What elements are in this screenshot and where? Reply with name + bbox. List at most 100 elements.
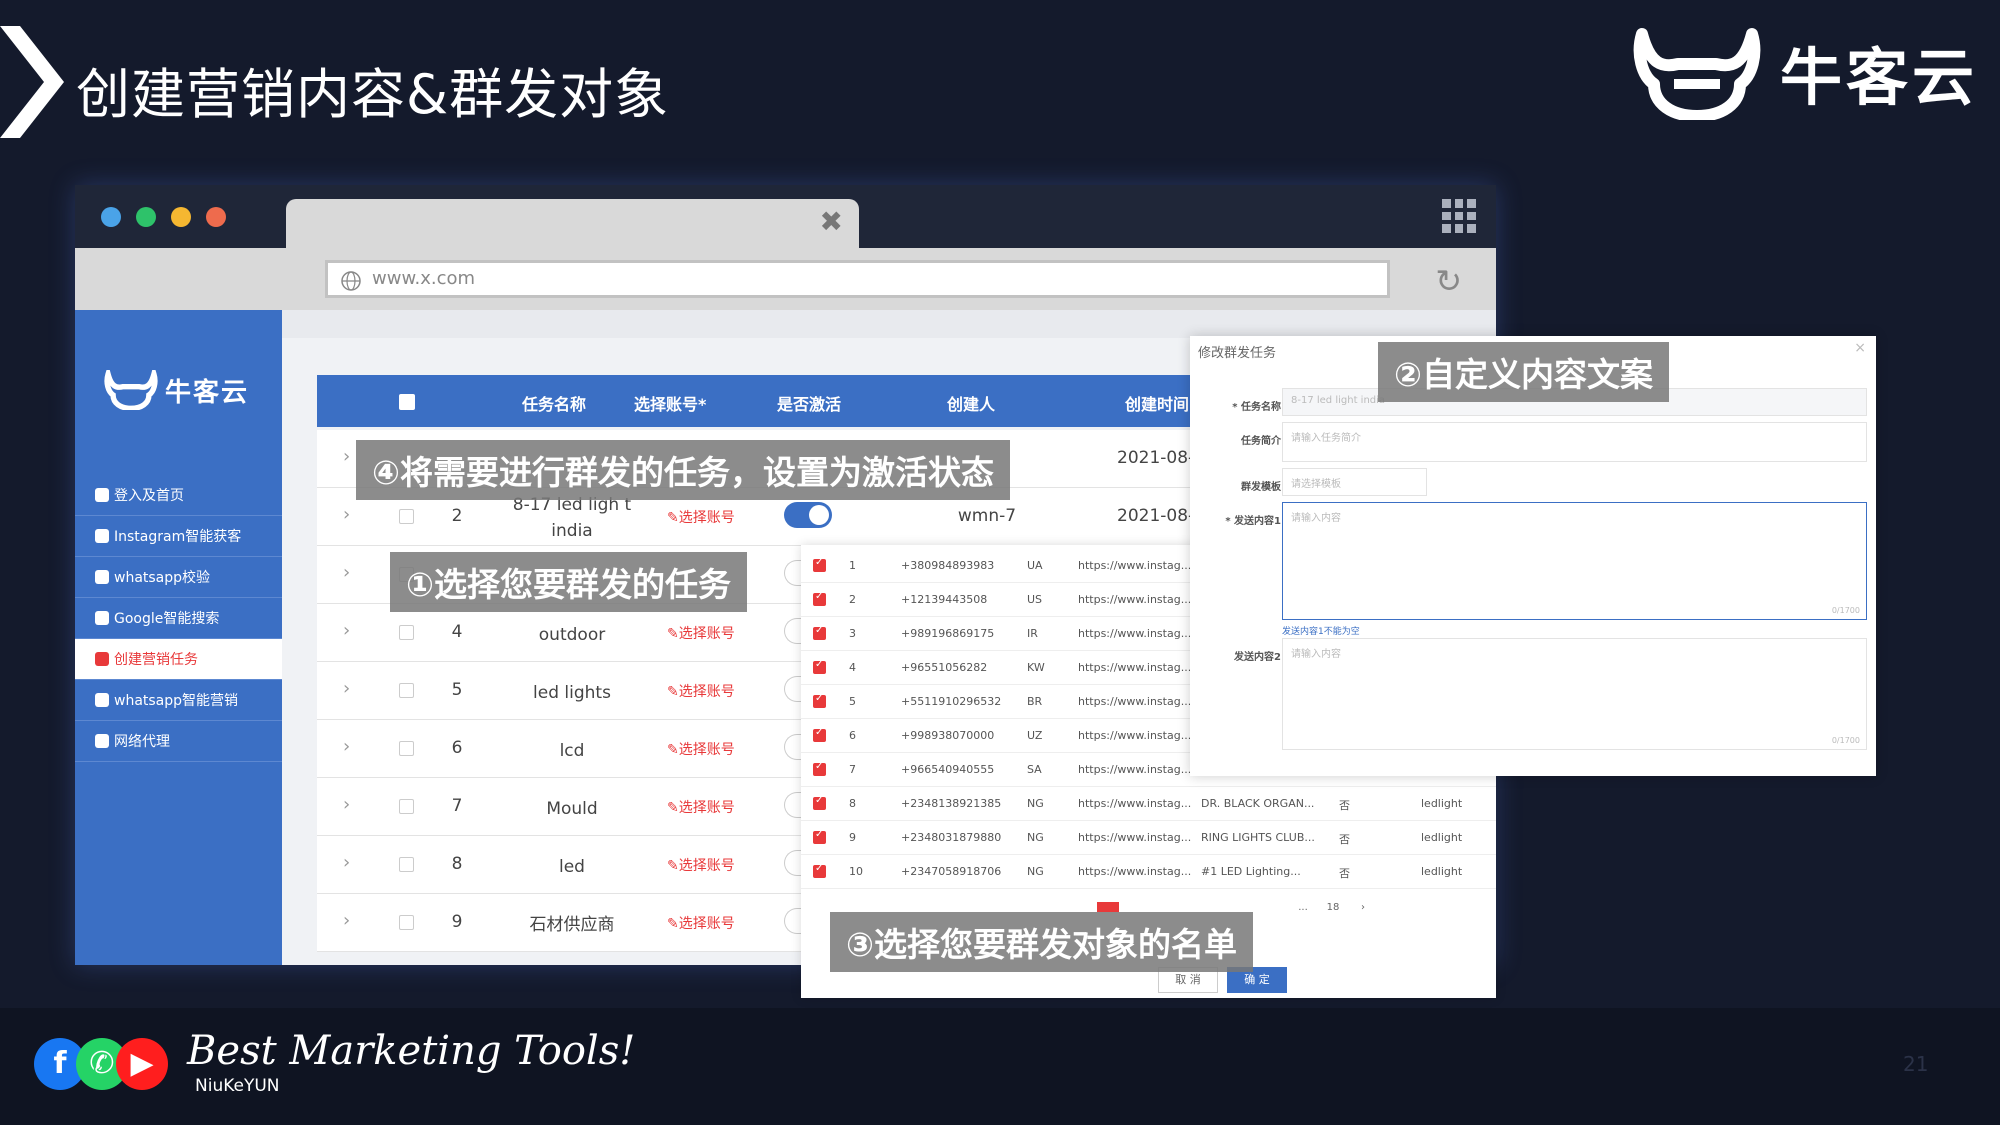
row-checkbox[interactable]: [399, 799, 414, 814]
select-account-link[interactable]: ✎选择账号: [667, 855, 735, 875]
template-select[interactable]: 请选择模板: [1282, 468, 1427, 496]
recipient-url[interactable]: https://www.instag...: [1078, 661, 1191, 674]
recipient-url[interactable]: https://www.instag...: [1078, 559, 1191, 572]
recipient-url[interactable]: https://www.instag...: [1078, 593, 1191, 606]
row-index: 4: [451, 622, 463, 642]
pager-next[interactable]: ›: [1353, 898, 1373, 918]
recipient-phone: +96551056282: [901, 661, 988, 674]
expand-chevron-icon[interactable]: ›: [343, 562, 350, 583]
browser-tab[interactable]: ✖: [286, 199, 859, 249]
expand-chevron-icon[interactable]: ›: [343, 504, 350, 525]
recipient-flag: 否: [1339, 799, 1350, 812]
menu-item-icon: [95, 529, 109, 543]
recipient-checkbox[interactable]: [813, 625, 826, 640]
recipient-checkbox[interactable]: [813, 727, 826, 742]
recipient-url[interactable]: https://www.instag...: [1078, 695, 1191, 708]
select-account-link[interactable]: ✎选择账号: [667, 623, 735, 643]
close-icon[interactable]: ✖: [820, 205, 843, 238]
select-account-link[interactable]: ✎选择账号: [667, 739, 735, 759]
row-checkbox[interactable]: [399, 683, 414, 698]
sidebar-item-3[interactable]: Google智能搜索: [75, 598, 282, 639]
reload-icon[interactable]: ↻: [1435, 262, 1462, 300]
recipient-url[interactable]: https://www.instag...: [1078, 763, 1191, 776]
task-intro-field[interactable]: 请输入任务简介: [1282, 422, 1867, 462]
expand-chevron-icon[interactable]: ›: [343, 446, 350, 467]
pager-current-page[interactable]: [1097, 902, 1119, 912]
recipient-country: KW: [1027, 661, 1045, 674]
row-index: 2: [451, 506, 463, 526]
pager-ellipsis[interactable]: ...: [1293, 898, 1313, 918]
content1-textarea[interactable]: 请输入内容 0/1700: [1282, 502, 1867, 620]
recipient-checkbox[interactable]: [813, 591, 826, 606]
select-account-link[interactable]: ✎选择账号: [667, 797, 735, 817]
window-dot-green[interactable]: [136, 207, 156, 227]
recipient-tag: ledlight: [1421, 831, 1463, 844]
active-toggle[interactable]: [784, 502, 832, 528]
recipient-row[interactable]: 9 +2348031879880 NG https://www.instag... RI…: [801, 821, 1496, 855]
recipient-row[interactable]: 10 +2347058918706 NG https://www.instag... #…: [801, 855, 1496, 889]
row-checkbox[interactable]: [399, 509, 414, 524]
recipient-checkbox[interactable]: [813, 829, 826, 844]
recipient-phone: +5511910296532: [901, 695, 1002, 708]
sidebar-item-6[interactable]: 网络代理: [75, 721, 282, 762]
recipient-checkbox[interactable]: [813, 557, 826, 572]
recipient-checkbox[interactable]: [813, 659, 826, 674]
select-account-link[interactable]: ✎选择账号: [667, 913, 735, 933]
recipient-url[interactable]: https://www.instag...: [1078, 831, 1191, 844]
row-index: 6: [451, 738, 463, 758]
expand-chevron-icon[interactable]: ›: [343, 852, 350, 873]
row-checkbox[interactable]: [399, 857, 414, 872]
expand-chevron-icon[interactable]: ›: [343, 794, 350, 815]
recipient-checkbox[interactable]: [813, 795, 826, 810]
recipient-country: SA: [1027, 763, 1042, 776]
content1-counter: 0/1700: [1831, 606, 1860, 615]
row-task-name: lcd: [559, 741, 585, 761]
recipient-url[interactable]: https://www.instag...: [1078, 729, 1191, 742]
sidebar-item-1[interactable]: Instagram智能获客: [75, 516, 282, 557]
recipient-checkbox[interactable]: [813, 761, 826, 776]
recipient-url[interactable]: https://www.instag...: [1078, 627, 1191, 640]
recipient-index: 9: [849, 831, 856, 844]
recipient-index: 5: [849, 695, 856, 708]
row-checkbox[interactable]: [399, 741, 414, 756]
chevron-arrow-icon: [0, 26, 64, 138]
window-dot-yellow[interactable]: [171, 207, 191, 227]
footer-slogan: Best Marketing Tools!: [187, 1028, 636, 1074]
row-checkbox[interactable]: [399, 915, 414, 930]
row-task-name: Mould: [546, 799, 598, 819]
apps-grid-icon[interactable]: [1442, 199, 1476, 233]
content2-counter: 0/1700: [1831, 736, 1860, 745]
select-account-link[interactable]: ✎选择账号: [667, 507, 735, 527]
recipient-checkbox[interactable]: [813, 693, 826, 708]
recipient-country: US: [1027, 593, 1043, 606]
recipient-url[interactable]: https://www.instag...: [1078, 865, 1191, 878]
sidebar-item-0[interactable]: 登入及首页: [75, 475, 282, 516]
recipient-checkbox[interactable]: [813, 863, 826, 878]
window-dot-red[interactable]: [206, 207, 226, 227]
callout-step3: ③选择您要群发对象的名单: [830, 912, 1253, 972]
address-bar[interactable]: www.x.com: [325, 260, 1390, 298]
window-dot-blue[interactable]: [101, 207, 121, 227]
address-url: www.x.com: [372, 268, 476, 289]
sidebar-item-2[interactable]: whatsapp校验: [75, 557, 282, 598]
expand-chevron-icon[interactable]: ›: [343, 620, 350, 641]
expand-chevron-icon[interactable]: ›: [343, 678, 350, 699]
menu-item-icon: [95, 693, 109, 707]
recipient-row[interactable]: 8 +2348138921385 NG https://www.instag... DR…: [801, 787, 1496, 821]
select-all-checkbox[interactable]: [399, 394, 415, 410]
expand-chevron-icon[interactable]: ›: [343, 910, 350, 931]
content2-textarea[interactable]: 请输入内容 0/1700: [1282, 638, 1867, 750]
sidebar-item-4[interactable]: 创建营销任务: [75, 639, 282, 680]
expand-chevron-icon[interactable]: ›: [343, 736, 350, 757]
slide-title: 创建营销内容&群发对象: [76, 63, 670, 126]
recipient-url[interactable]: https://www.instag...: [1078, 797, 1191, 810]
pager-last-page[interactable]: 18: [1323, 898, 1343, 918]
select-account-link[interactable]: ✎选择账号: [667, 681, 735, 701]
sidebar-logo-text: 牛客云: [165, 377, 250, 408]
dialog-close-icon[interactable]: ×: [1854, 340, 1866, 356]
page-number: 21: [1903, 1052, 1929, 1076]
brand-name: 牛客云: [1779, 41, 1978, 114]
sidebar-item-5[interactable]: whatsapp智能营销: [75, 680, 282, 721]
callout-step4: ④将需要进行群发的任务，设置为激活状态: [356, 440, 1010, 500]
row-checkbox[interactable]: [399, 625, 414, 640]
